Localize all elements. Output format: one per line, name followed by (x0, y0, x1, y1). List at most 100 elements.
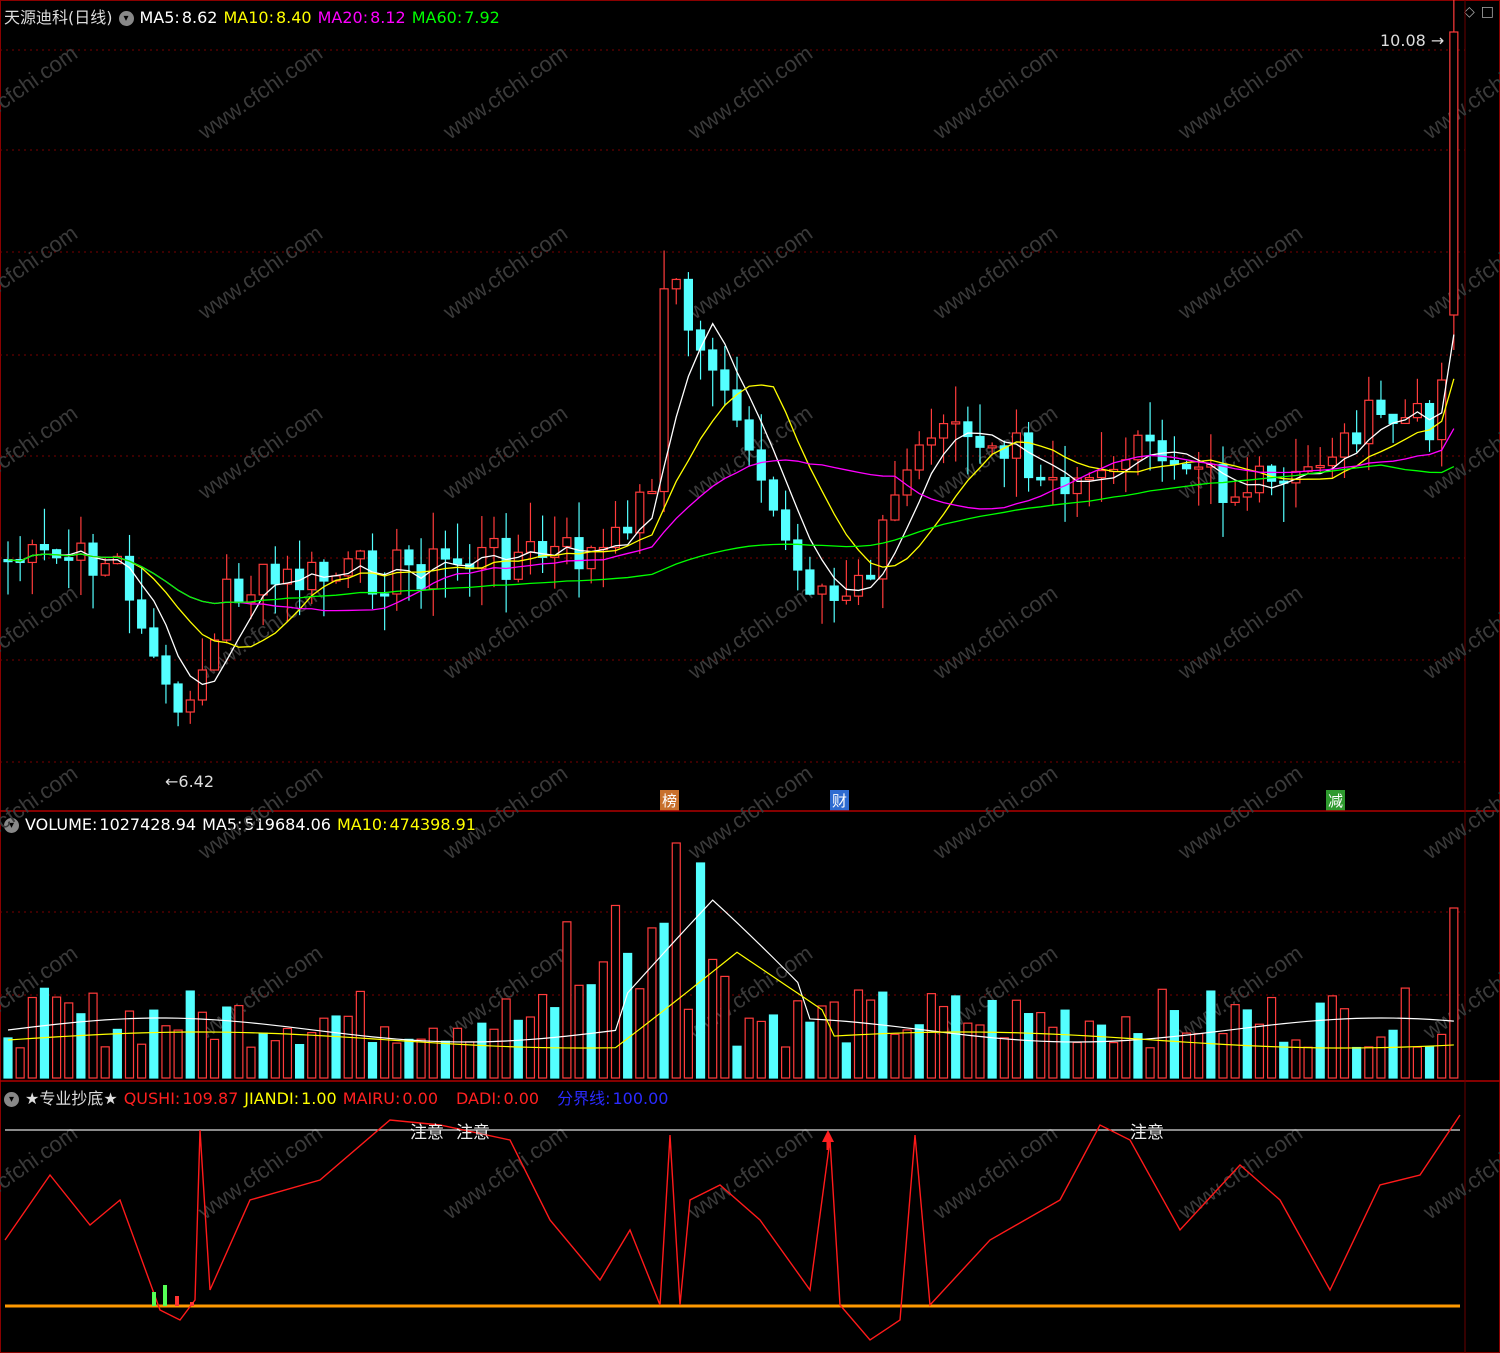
watermark-text: www.cfchi.com (1418, 220, 1500, 324)
candle-body (64, 557, 74, 561)
watermark-text: www.cfchi.com (1173, 760, 1307, 864)
volume-bar (683, 1008, 694, 1079)
candle-body (841, 595, 851, 601)
volume-bar (635, 988, 645, 1079)
volume-bar (805, 1021, 815, 1079)
watermark-text: www.cfchi.com (928, 760, 1062, 864)
volume-bar (234, 1004, 244, 1079)
volume-bar (878, 991, 888, 1079)
volume-bar (926, 993, 937, 1079)
volume-bar (999, 1037, 1009, 1079)
volume-bar (380, 1026, 390, 1079)
candle-body (319, 561, 329, 582)
candle-body (1242, 492, 1252, 498)
watermark-text: www.cfchi.com (0, 400, 82, 504)
watermark-text: www.cfchi.com (438, 580, 572, 684)
candle-body (708, 349, 718, 371)
volume-bar (1303, 1046, 1313, 1079)
signal-bar (190, 1302, 194, 1306)
candle-body (610, 526, 621, 549)
candle-body (258, 563, 268, 596)
volume-bar (1048, 1026, 1058, 1079)
chart-canvas[interactable]: www.cfchi.com www.cfchi.com www.cfchi.com w… (0, 0, 1500, 1353)
candle-body (537, 541, 548, 558)
volume-bar (1315, 1002, 1325, 1079)
volume-bar (258, 1032, 268, 1079)
candle-body (1412, 402, 1423, 419)
candle-body (1230, 496, 1240, 503)
watermark-text: www.cfchi.com (928, 580, 1062, 684)
watermark-text: www.cfchi.com (683, 400, 817, 504)
watermark-text: www.cfchi.com (0, 760, 82, 864)
volume-bar (100, 1046, 110, 1079)
volume-bar (1157, 988, 1167, 1079)
candle-body (1084, 476, 1094, 481)
volume-bar (1400, 987, 1410, 1079)
candle-body (671, 278, 681, 290)
watermark-text: www.cfchi.com (193, 1120, 327, 1224)
volume-bar (246, 1046, 256, 1079)
volume-bar (938, 1005, 949, 1079)
watermark-text: www.cfchi.com (928, 40, 1062, 144)
watermark-text: www.cfchi.com (928, 220, 1062, 324)
volume-bar (1218, 1032, 1228, 1079)
volume-bar (15, 1047, 25, 1079)
candle-body (1327, 456, 1337, 467)
candle-body (452, 558, 463, 565)
volume-bar (185, 990, 195, 1079)
candle-body (1036, 476, 1046, 481)
volume-bar (841, 1042, 851, 1079)
candle-body (647, 490, 657, 495)
volume-bar (987, 999, 997, 1079)
watermark-text: www.cfchi.com (1418, 760, 1500, 864)
note-label: 注意 (1130, 1123, 1164, 1143)
volume-bar (1096, 1024, 1107, 1079)
candle-body (1352, 432, 1362, 445)
watermark-text: www.cfchi.com (0, 220, 82, 324)
volume-bar (39, 987, 50, 1079)
volume-bar (537, 993, 548, 1079)
volume-bar (1084, 1020, 1094, 1079)
stock-chart-window: 天源迪科(日线) ▾ MA5: 8.62 MA10: 8.40 MA20: 8.12 MA60:… (0, 0, 1500, 1353)
candle-body (173, 683, 183, 713)
candle-body (623, 526, 633, 534)
candle-body (805, 569, 815, 595)
volume-bar (574, 984, 584, 1079)
watermark-text: www.cfchi.com (683, 760, 817, 864)
volume-bar (124, 1010, 135, 1079)
volume-bar (586, 984, 596, 1079)
candle-body (1048, 476, 1058, 481)
watermark-text: www.cfchi.com (0, 40, 82, 144)
volume-bar (3, 1037, 13, 1079)
candle-body (1339, 432, 1350, 458)
watermark-text: www.cfchi.com (1418, 580, 1500, 684)
volume-bar (1109, 1041, 1119, 1079)
volume-bar (197, 1011, 207, 1079)
volume-bar (1181, 1032, 1192, 1079)
watermark-text: www.cfchi.com (0, 1120, 82, 1224)
candle-body (926, 437, 937, 446)
candle-body (829, 585, 839, 601)
volume-bar (550, 1007, 560, 1079)
volume-bar (173, 1029, 183, 1079)
volume-bar (829, 1001, 839, 1079)
volume-bar (1060, 1009, 1070, 1079)
volume-bar (477, 1022, 487, 1079)
candle-body (975, 435, 985, 448)
volume-bar (1291, 1039, 1301, 1079)
note-label: 注意 (456, 1123, 490, 1143)
volume-bar (659, 922, 669, 1079)
volume-bar (501, 998, 511, 1079)
watermark-text: www.cfchi.com (1173, 220, 1307, 324)
volume-bar (222, 1006, 232, 1079)
candle-body (744, 419, 754, 451)
volume-bar (1424, 1046, 1435, 1079)
candle-body (1424, 402, 1435, 441)
watermark-text: www.cfchi.com (193, 220, 327, 324)
candle-body (222, 578, 232, 641)
candle-body (866, 574, 876, 580)
candle-body (890, 494, 900, 521)
watermark-text: www.cfchi.com (438, 40, 572, 144)
volume-bar (1169, 1010, 1180, 1079)
candle-body (683, 278, 694, 331)
